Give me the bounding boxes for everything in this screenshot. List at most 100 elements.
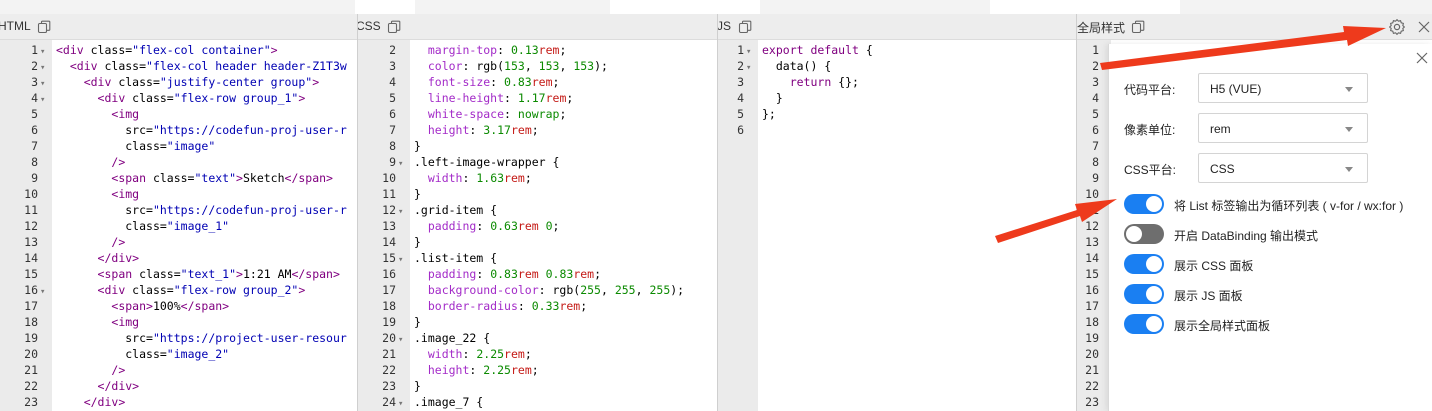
line-number: 6 <box>358 106 406 122</box>
code-token: "https://project-user-resour <box>152 331 347 345</box>
line-number-text: 7 <box>1092 139 1099 153</box>
code-token: class= <box>139 267 181 281</box>
gear-icon[interactable] <box>1388 18 1406 36</box>
css-code-area[interactable]: margin-top: 0.13rem; color: rgb(153, 153… <box>414 40 717 411</box>
line-number-text: 6 <box>1092 123 1099 137</box>
line-number-text: 2 <box>1092 59 1099 73</box>
copy-icon[interactable] <box>37 20 51 34</box>
html-code-area[interactable]: <div class="flex-col container"> <div cl… <box>56 40 357 411</box>
line-number-text: 13 <box>24 235 38 249</box>
css-panel-toggle[interactable] <box>1124 254 1164 274</box>
line-number-text: 9 <box>389 155 396 169</box>
line-number-text: 1 <box>31 43 38 57</box>
html-panel-header: HTML <box>0 14 357 40</box>
html-line-gutter: 1 ▾ 2 ▾ 3 ▾ 4 ▾ 5 6 7 8 9 10 11 12 13 14 15 16 ▾ 17 18 19 20 21 22… <box>0 40 52 411</box>
line-number-text: 21 <box>382 347 396 361</box>
line-number: 4 <box>358 74 406 90</box>
line-number-text: 14 <box>24 251 38 265</box>
code-token: : rgb( <box>462 59 505 73</box>
unit-select[interactable]: rem <box>1198 113 1368 143</box>
code-line: border-radius: 0.33rem; <box>414 298 587 314</box>
code-token: "image_2" <box>166 347 230 361</box>
code-token: 1.17 <box>517 91 546 105</box>
code-token: ; <box>524 171 532 185</box>
css-panel-title: CSS <box>358 19 381 33</box>
code-token: white-space <box>427 107 505 121</box>
line-number-text: 16 <box>24 283 38 297</box>
line-number-text: 21 <box>24 363 38 377</box>
line-number-text: 13 <box>382 219 396 233</box>
line-number: 23 <box>1077 394 1109 410</box>
line-number-text: 2 <box>389 43 396 57</box>
code-token: : <box>476 219 491 233</box>
html-panel-title: HTML <box>0 19 31 33</box>
code-token: ; <box>594 267 602 281</box>
code-line: padding: 0.83rem 0.83rem; <box>414 266 601 282</box>
copy-icon[interactable] <box>1131 20 1145 34</box>
code-token: 1.63 <box>476 171 505 185</box>
line-number: 18 <box>0 314 48 330</box>
js-panel-toggle[interactable] <box>1124 284 1164 304</box>
databinding-toggle[interactable] <box>1124 224 1164 244</box>
code-line: width: 2.25rem; <box>414 346 532 362</box>
code-token: 0.83 <box>490 267 518 281</box>
code-line: height: 3.17rem; <box>414 122 539 138</box>
close-icon[interactable] <box>1415 51 1429 65</box>
code-token: {}; <box>831 75 859 89</box>
code-line: class="image_1" <box>56 218 229 234</box>
line-number-text: 10 <box>382 171 396 185</box>
code-token: <span <box>111 171 153 185</box>
line-number-text: 9 <box>31 171 38 185</box>
line-number: 18 <box>1077 314 1109 330</box>
code-token: padding <box>427 219 477 233</box>
copy-icon[interactable] <box>387 20 401 34</box>
code-token: ; <box>552 75 560 89</box>
line-number-text: 22 <box>24 379 38 393</box>
fold-arrow-icon[interactable]: ▾ <box>396 396 406 411</box>
css-line-gutter: 2 3 4 5 6 7 8 9 ▾ 10 11 12 ▾ 13 14 15 ▾ 16 17 18 19 20 ▾ 21 22 23… <box>358 40 410 411</box>
code-token: } <box>762 91 783 105</box>
platform-select[interactable]: H5 (VUE) <box>1198 73 1368 103</box>
list-loop-toggle[interactable] <box>1124 194 1164 214</box>
line-number: 13 <box>1077 234 1109 250</box>
code-token: <img <box>111 107 140 121</box>
code-token: padding <box>427 267 477 281</box>
code-token: <span> <box>111 299 153 313</box>
code-token: <span <box>97 267 140 281</box>
toggle-knob <box>1146 256 1162 272</box>
code-line: /> <box>56 362 125 378</box>
code-token: rem <box>545 91 567 105</box>
line-number: 6 <box>718 122 754 138</box>
code-token: .image_22 { <box>414 331 491 345</box>
copy-icon[interactable] <box>738 20 752 34</box>
global-panel-toggle[interactable] <box>1124 314 1164 334</box>
caret-down-icon <box>1345 87 1353 92</box>
line-number-text: 6 <box>31 123 38 137</box>
code-line: height: 2.25rem; <box>414 362 539 378</box>
js-code-area[interactable]: export default { data() { return {}; }}; <box>762 40 1076 411</box>
css-panel-header: CSS <box>358 14 717 40</box>
line-number: 16 ▾ <box>0 282 48 298</box>
code-token: "image_1" <box>166 219 230 233</box>
code-token: height <box>427 123 470 137</box>
line-number-text: 5 <box>737 107 744 121</box>
code-line: class="image_2" <box>56 346 229 362</box>
close-icon[interactable] <box>1417 20 1431 34</box>
code-token: data() { <box>762 59 832 73</box>
code-line: return {}; <box>762 74 859 90</box>
line-number-text: 3 <box>389 59 396 73</box>
code-token: ; <box>566 91 574 105</box>
css-platform-select[interactable]: CSS <box>1198 153 1368 183</box>
code-token: 255 <box>649 283 671 297</box>
